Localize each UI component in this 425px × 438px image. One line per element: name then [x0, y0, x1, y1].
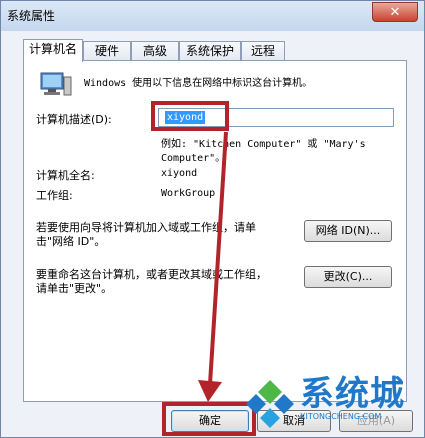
watermark-brand: 系统城 [300, 374, 405, 414]
tab-computer-name[interactable]: 计算机名 [23, 39, 83, 62]
watermark-domain: XITONGCHENG.COM [300, 412, 382, 421]
